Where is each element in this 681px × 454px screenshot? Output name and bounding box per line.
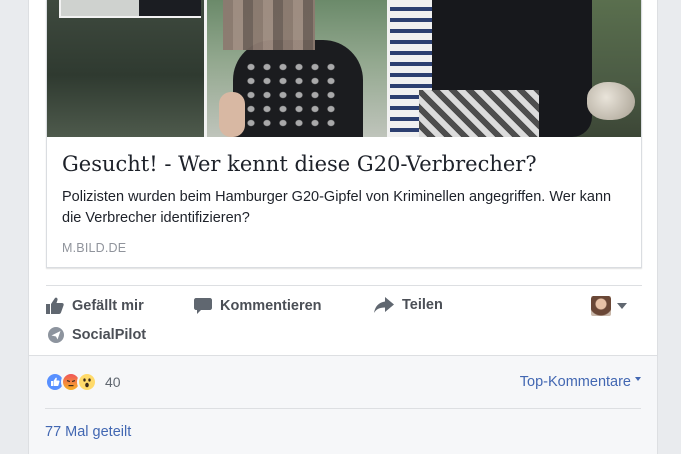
- preview-domain: M.BILD.DE: [62, 241, 127, 255]
- share-arrow-icon: [374, 297, 394, 313]
- post-footer: 40 Top-Kommentare 77 Mal geteilt: [29, 355, 657, 454]
- preview-description: Polizisten wurden beim Hamburger G20-Gip…: [62, 189, 612, 226]
- like-button[interactable]: Gefällt mir: [46, 297, 144, 314]
- comments-sort-dropdown[interactable]: Top-Kommentare: [520, 374, 641, 390]
- preview-image[interactable]: [47, 0, 641, 137]
- comment-button[interactable]: Kommentieren: [194, 297, 322, 314]
- socialpilot-label: SocialPilot: [72, 327, 147, 343]
- comments-sort-label: Top-Kommentare: [519, 374, 631, 390]
- shares-count-link[interactable]: 77 Mal geteilt: [45, 424, 131, 440]
- avatar: [591, 296, 611, 316]
- divider: [45, 408, 641, 409]
- share-button[interactable]: Teilen: [374, 297, 443, 313]
- caret-down-icon: [635, 377, 641, 381]
- post-card: Gesucht! - Wer kennt diese G20-Verbreche…: [28, 0, 658, 454]
- comment-label: Kommentieren: [220, 297, 322, 314]
- like-label: Gefällt mir: [72, 297, 144, 314]
- reactions-summary[interactable]: 40: [45, 372, 121, 392]
- reaction-count: 40: [105, 374, 121, 390]
- link-preview[interactable]: Gesucht! - Wer kennt diese G20-Verbreche…: [46, 0, 642, 268]
- thumbs-up-icon: [46, 297, 64, 314]
- socialpilot-icon: [48, 327, 64, 343]
- preview-title[interactable]: Gesucht! - Wer kennt diese G20-Verbreche…: [62, 152, 537, 176]
- socialpilot-button[interactable]: SocialPilot: [48, 327, 146, 343]
- post-as-selector[interactable]: [591, 296, 627, 316]
- share-label: Teilen: [402, 297, 443, 313]
- wow-icon: [77, 372, 97, 392]
- pixelated-face: [223, 0, 315, 50]
- comment-icon: [194, 298, 212, 314]
- caret-down-icon: [617, 303, 627, 309]
- divider: [46, 285, 642, 286]
